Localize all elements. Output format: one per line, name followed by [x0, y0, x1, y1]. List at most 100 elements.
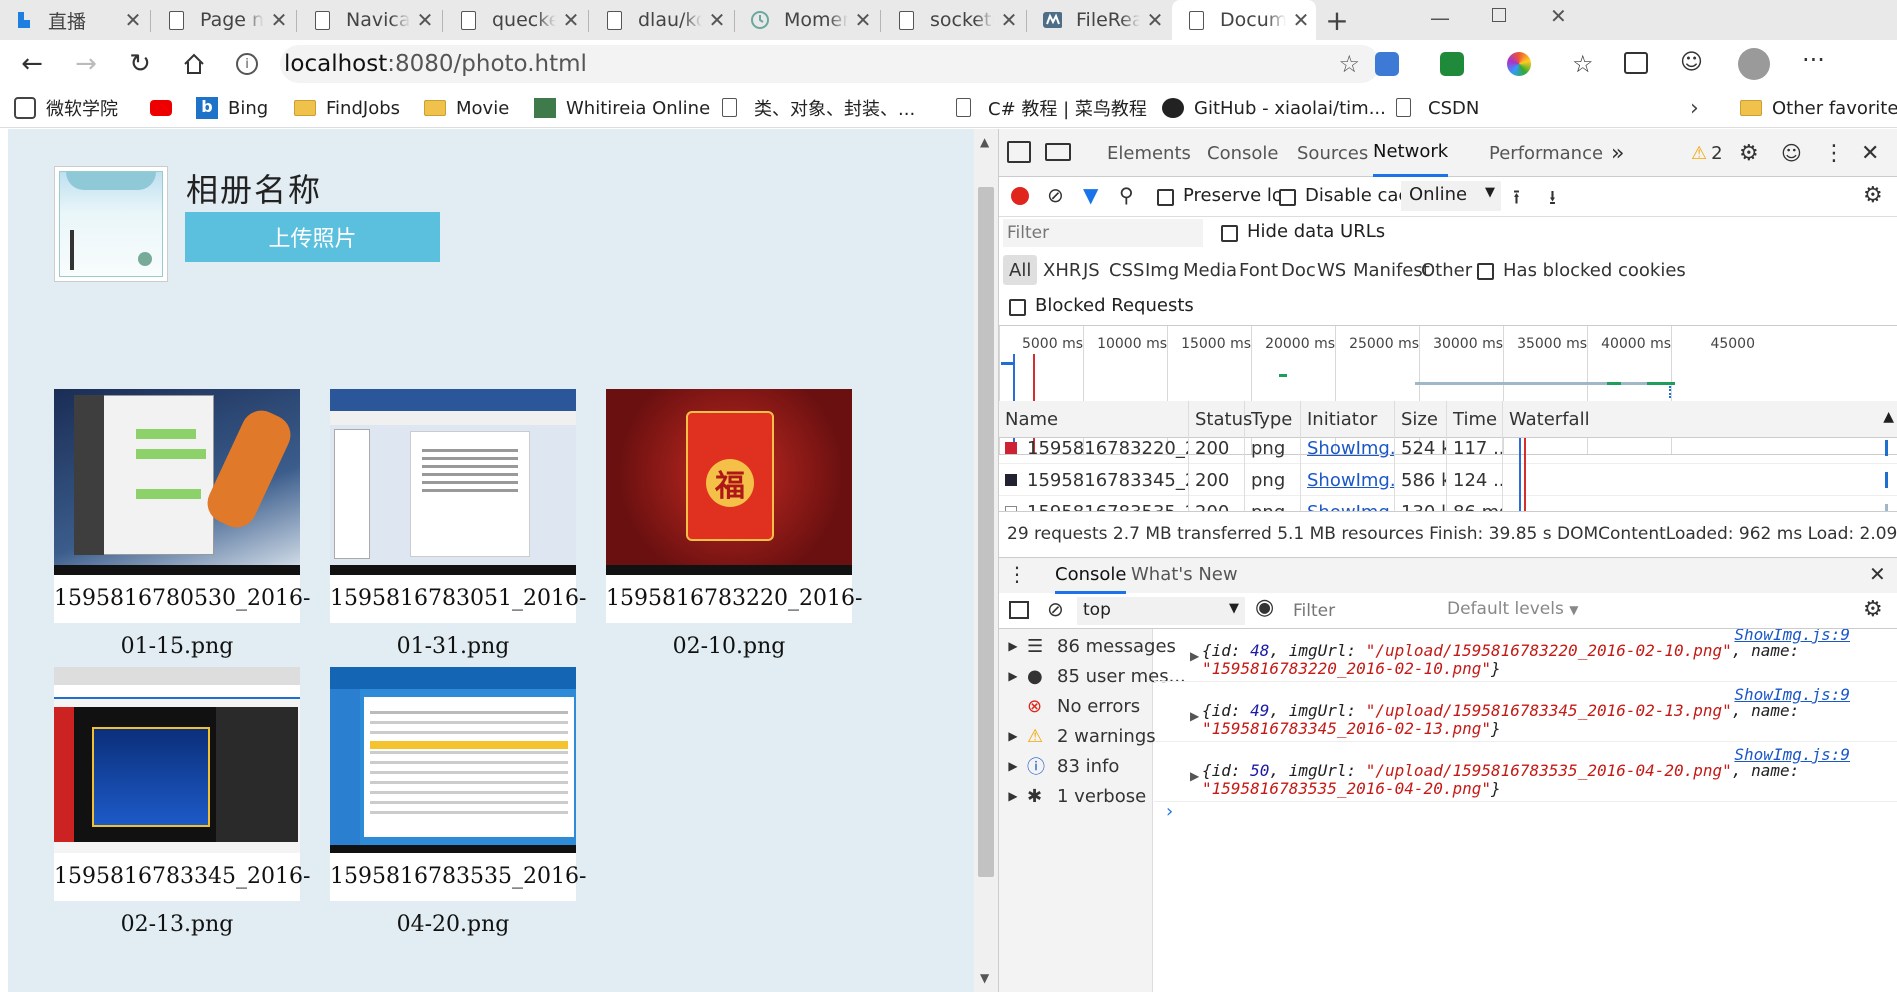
request-initiator-link[interactable]: ShowImg.j...	[1301, 438, 1395, 464]
tab-page-not-found[interactable]: Page not ✕	[152, 0, 294, 40]
close-icon[interactable]: ✕	[556, 8, 586, 32]
clear-console-icon[interactable]: ⊘	[1047, 597, 1064, 621]
device-toolbar-icon[interactable]	[1045, 143, 1071, 161]
tab-queckezz[interactable]: queckezz ✕	[444, 0, 586, 40]
column-waterfall[interactable]: Waterfall	[1503, 401, 1893, 438]
filter-input[interactable]	[1003, 219, 1203, 247]
bookmark-item[interactable]: FindJobs	[294, 88, 400, 128]
inspect-element-icon[interactable]	[1007, 141, 1031, 163]
tab-document-active[interactable]: Documen ✕	[1172, 0, 1316, 40]
hide-data-urls-checkbox[interactable]	[1221, 223, 1238, 242]
tab-moment[interactable]: Moment.j ✕	[736, 0, 878, 40]
profile-avatar[interactable]	[1738, 48, 1770, 80]
record-button-icon[interactable]	[1011, 187, 1029, 205]
close-icon[interactable]: ✕	[1286, 8, 1316, 32]
close-icon[interactable]: ✕	[118, 8, 148, 32]
tab-socketio[interactable]: socketio/ ✕	[882, 0, 1024, 40]
back-arrow-icon[interactable]: ←	[12, 44, 52, 84]
type-filter-other[interactable]: Other	[1421, 251, 1472, 289]
type-filter-ws[interactable]: WS	[1317, 251, 1346, 289]
type-filter-font[interactable]: Font	[1239, 251, 1278, 289]
type-filter-xhr[interactable]: XHR	[1043, 251, 1081, 289]
column-initiator[interactable]: Initiator	[1301, 401, 1395, 438]
column-time[interactable]: Time	[1447, 401, 1503, 438]
close-icon[interactable]: ✕	[994, 8, 1024, 32]
clear-icon[interactable]: ⊘	[1047, 183, 1064, 207]
favorites-icon[interactable]: ☆	[1572, 50, 1594, 78]
info-icon[interactable]: i	[236, 53, 258, 75]
expand-triangle-icon[interactable]: ▶	[1190, 769, 1199, 783]
close-icon[interactable]: ✕	[410, 8, 440, 32]
photo-thumbnail[interactable]	[330, 389, 576, 575]
bookmark-item[interactable]: CSDN	[1396, 88, 1479, 128]
network-settings-gear-icon[interactable]: ⚙	[1863, 183, 1883, 208]
type-filter-all[interactable]: All	[1003, 255, 1038, 285]
extension-icon-3[interactable]	[1507, 52, 1531, 76]
photo-thumbnail[interactable]	[330, 667, 576, 853]
close-devtools-icon[interactable]: ✕	[1861, 129, 1879, 177]
page-scrollbar[interactable]: ▲ ▼	[974, 129, 998, 992]
bookmark-item[interactable]: 微软学院	[14, 88, 118, 128]
import-har-icon[interactable]: ⭱	[1513, 183, 1520, 217]
log-levels-select[interactable]: Default levels ▼	[1447, 599, 1578, 619]
devtools-tab-sources[interactable]: Sources	[1297, 129, 1368, 177]
bookmark-item[interactable]: GitHub - xiaolai/tim...	[1162, 88, 1386, 128]
type-filter-media[interactable]: Media	[1183, 251, 1237, 289]
minimize-button[interactable]: —	[1430, 6, 1450, 30]
close-icon[interactable]: ✕	[702, 8, 732, 32]
new-tab-button[interactable]: +	[1322, 4, 1352, 37]
request-initiator-link[interactable]: ShowImg.j...	[1301, 464, 1395, 496]
export-har-icon[interactable]: ⭳	[1549, 183, 1556, 217]
favorite-star-icon[interactable]: ☆	[1338, 50, 1360, 78]
drawer-menu-icon[interactable]: ⋮	[1007, 562, 1027, 586]
blocked-requests-checkbox[interactable]	[1009, 297, 1026, 316]
throttle-select[interactable]: Online ▼	[1401, 181, 1501, 211]
expand-triangle-icon[interactable]: ▶	[1190, 709, 1199, 723]
forward-arrow-icon[interactable]: →	[66, 44, 106, 84]
drawer-tab-console[interactable]: Console	[1055, 564, 1127, 594]
collections-icon[interactable]	[1624, 52, 1648, 74]
scroll-up-arrow-icon[interactable]: ▲	[1883, 409, 1894, 425]
expand-triangle-icon[interactable]: ▶	[1190, 649, 1199, 663]
context-select[interactable]: top ▼	[1077, 597, 1245, 625]
console-settings-gear-icon[interactable]: ⚙	[1863, 597, 1883, 622]
tab-filereader[interactable]: FileReade ✕	[1028, 0, 1170, 40]
column-size[interactable]: Size	[1395, 401, 1447, 438]
close-drawer-icon[interactable]: ✕	[1869, 562, 1886, 586]
disable-cache-checkbox[interactable]	[1279, 187, 1296, 206]
type-filter-js[interactable]: JS	[1083, 251, 1100, 289]
devtools-tab-network[interactable]: Network	[1373, 129, 1449, 177]
type-filter-doc[interactable]: Doc	[1281, 251, 1316, 289]
console-filter-input[interactable]	[1289, 597, 1429, 625]
console-prompt-chevron-icon[interactable]: ›	[1166, 801, 1173, 822]
devtools-tab-elements[interactable]: Elements	[1107, 129, 1191, 177]
type-filter-css[interactable]: CSS	[1109, 251, 1144, 289]
restore-button[interactable]	[1492, 8, 1506, 22]
eye-icon[interactable]: ◉	[1255, 595, 1274, 620]
warnings-badge[interactable]: ⚠ 2	[1691, 129, 1723, 177]
bookmark-item[interactable]: Whitireia Online	[534, 88, 710, 128]
table-row[interactable]: 1595816783220_2016... 200 png ShowImg.j.…	[999, 438, 1897, 464]
close-icon[interactable]: ✕	[848, 8, 878, 32]
type-filter-manifest[interactable]: Manifest	[1353, 251, 1430, 289]
window-close-button[interactable]: ✕	[1550, 4, 1567, 28]
column-status[interactable]: Status	[1189, 401, 1252, 438]
scroll-down-arrow-icon[interactable]: ▼	[980, 971, 989, 985]
sidebar-toggle-icon[interactable]	[1009, 601, 1029, 619]
bookmark-item[interactable]: C# 教程 | 菜鸟教程	[956, 88, 1147, 128]
more-menu-icon[interactable]: ⋮	[1823, 129, 1845, 177]
bookmarks-overflow-chevron-icon[interactable]: ›	[1690, 88, 1699, 128]
feedback-icon[interactable]: ☺	[1781, 129, 1802, 177]
scrollbar-thumb[interactable]	[978, 187, 994, 877]
extension-icon-1[interactable]	[1375, 52, 1399, 76]
other-favorites-folder[interactable]: Other favorites	[1740, 88, 1897, 128]
extension-icon-2[interactable]	[1440, 52, 1464, 76]
has-blocked-cookies-checkbox[interactable]	[1477, 261, 1494, 280]
more-menu-icon[interactable]: ···	[1802, 46, 1825, 74]
bookmark-item[interactable]: Movie	[424, 88, 509, 128]
tab-bilibili[interactable]: 直播 ✕	[0, 0, 148, 40]
tab-navicat[interactable]: Navicat P ✕	[298, 0, 440, 40]
close-icon[interactable]: ✕	[264, 8, 294, 32]
devtools-tab-console[interactable]: Console	[1207, 129, 1278, 177]
refresh-icon[interactable]: ↻	[120, 44, 160, 84]
